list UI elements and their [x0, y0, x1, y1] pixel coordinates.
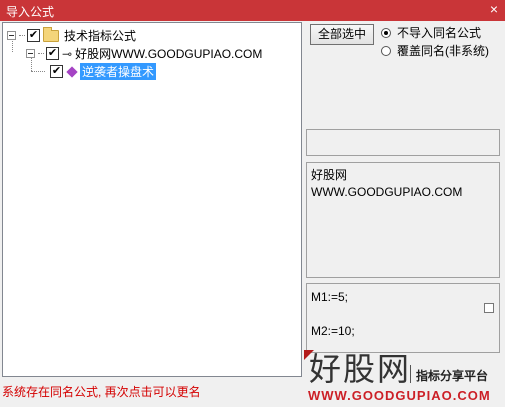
- folder-icon: [43, 26, 59, 42]
- code-line: M2:=10;: [311, 324, 355, 338]
- watermark-brand: 好股网: [309, 351, 412, 387]
- radio-label: 不导入同名公式: [397, 26, 482, 40]
- key-icon: ⊸: [62, 46, 73, 61]
- radio-label: 覆盖同名(非系统): [397, 44, 489, 58]
- radio-dot[interactable]: [381, 27, 391, 38]
- description-line: WWW.GOODGUPIAO.COM: [311, 185, 463, 199]
- watermark: 好股网 指标分享平台 WWW.GOODGUPIAO.COM: [306, 351, 505, 407]
- formula-tree[interactable]: ✔ 技术指标公式 ✔ ⊸ 好股网WWW.GOODGUPIAO.COM ✔ 逆袭者…: [2, 22, 302, 377]
- radio-skip-duplicates[interactable]: 不导入同名公式: [381, 25, 481, 40]
- window-title: 导入公式: [6, 5, 55, 19]
- formula-diamond-icon: [66, 65, 78, 78]
- radio-overwrite[interactable]: 覆盖同名(非系统): [381, 43, 489, 58]
- close-icon[interactable]: ×: [490, 1, 498, 17]
- watermark-url: WWW.GOODGUPIAO.COM: [308, 388, 491, 403]
- tree-connector: [19, 35, 25, 36]
- collapse-icon[interactable]: [26, 49, 35, 58]
- code-line: M1:=5;: [311, 290, 349, 304]
- radio-dot[interactable]: [381, 45, 391, 56]
- tree-node-root[interactable]: ✔ 技术指标公式: [7, 26, 137, 44]
- child-label: 好股网WWW.GOODGUPIAO.COM: [75, 47, 263, 61]
- root-checkbox[interactable]: ✔: [27, 29, 40, 42]
- description-line: 好股网: [311, 168, 348, 182]
- empty-panel: [306, 129, 500, 156]
- scroll-box[interactable]: [484, 303, 494, 313]
- tree-connector: [38, 53, 44, 54]
- tree-node-leaf[interactable]: ✔ 逆袭者操盘术: [31, 63, 157, 80]
- leaf-checkbox[interactable]: ✔: [50, 65, 63, 78]
- status-message: 系统存在同名公式, 再次点击可以更名: [2, 385, 201, 399]
- child-checkbox[interactable]: ✔: [46, 47, 59, 60]
- collapse-icon[interactable]: [7, 31, 16, 40]
- tree-connector: [31, 71, 45, 72]
- leaf-label[interactable]: 逆袭者操盘术: [80, 63, 157, 80]
- watermark-tagline: 指标分享平台: [416, 369, 489, 383]
- formula-description: 好股网 WWW.GOODGUPIAO.COM: [306, 162, 500, 278]
- formula-code[interactable]: M1:=5; M2:=10;: [306, 283, 500, 353]
- watermark-divider: [410, 365, 411, 383]
- tree-node-child[interactable]: ✔ ⊸ 好股网WWW.GOODGUPIAO.COM: [26, 45, 262, 62]
- title-bar: 导入公式 ×: [0, 0, 505, 21]
- select-all-button[interactable]: 全部选中: [310, 24, 374, 45]
- root-label: 技术指标公式: [64, 29, 137, 43]
